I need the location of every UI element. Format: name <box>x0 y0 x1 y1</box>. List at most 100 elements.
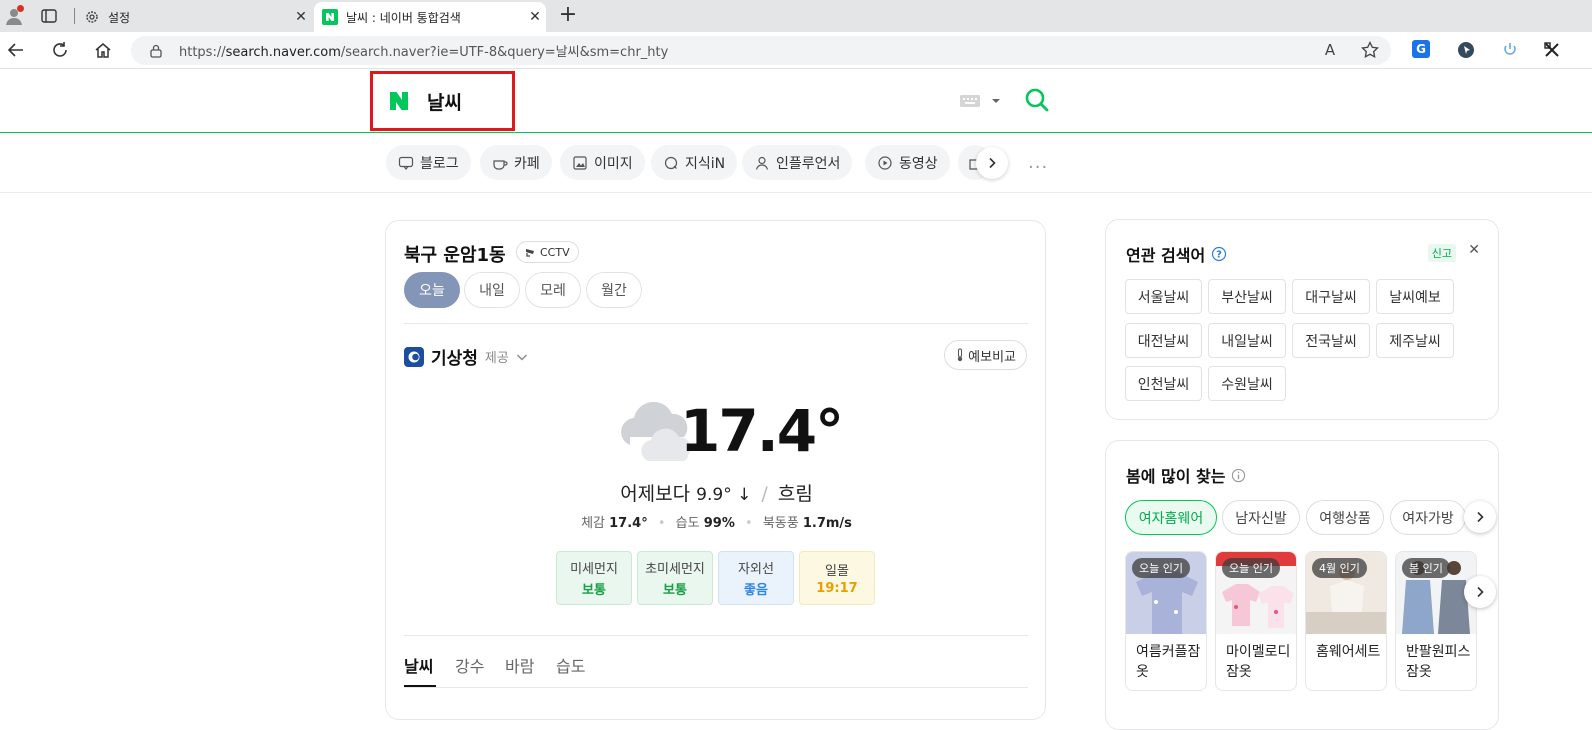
report-button[interactable]: 신고 <box>1427 244 1456 262</box>
forecast-compare-button[interactable]: 예보비교 <box>944 340 1027 370</box>
product-name: 홈웨어세트 <box>1316 644 1381 660</box>
kma-logo-icon <box>404 346 424 367</box>
weather-details: 체감 17.4° • 습도 99% • 북동풍 1.7m/s <box>581 516 852 531</box>
tab-humidity[interactable]: 습도 <box>556 653 585 677</box>
info-icon[interactable] <box>1231 468 1246 483</box>
help-icon[interactable]: ? <box>1211 246 1227 262</box>
tab-kin[interactable]: 지식iN <box>651 145 738 180</box>
tab-cafe[interactable]: 카페 <box>480 145 552 180</box>
keyword-item[interactable]: 날씨예보 <box>1376 279 1454 314</box>
url-text: https://search.naver.com/search.naver?ie… <box>179 45 669 60</box>
keyword-item[interactable]: 대전날씨 <box>1125 323 1202 358</box>
keyword-item[interactable]: 서울날씨 <box>1125 279 1202 314</box>
provider-selector[interactable]: 기상청 제공 <box>404 344 528 369</box>
power-extension-icon[interactable] <box>1500 40 1520 60</box>
keyword-item[interactable]: 부산날씨 <box>1208 279 1286 314</box>
product-name: 여름커플잠옷 <box>1136 644 1201 680</box>
tab-settings[interactable]: 설정 ✕ <box>76 2 312 32</box>
keyword-item[interactable]: 대구날씨 <box>1292 279 1370 314</box>
keyboard-icon[interactable] <box>960 93 1004 109</box>
tab-image[interactable]: 이미지 <box>560 145 645 180</box>
product-badge: 오늘 인기 <box>1132 558 1190 578</box>
tools-extension-icon[interactable] <box>1542 40 1562 60</box>
location-title: 북구 운암1동 <box>404 245 506 266</box>
browser-nav-bar: https://search.naver.com/search.naver?ie… <box>0 32 1592 69</box>
keyword-item[interactable]: 내일날씨 <box>1208 323 1286 358</box>
tab-divider <box>74 8 75 24</box>
product-card[interactable]: 오늘 인기 여름커플잠옷 <box>1125 551 1207 691</box>
product-card[interactable]: 봄 인기 반팔원피스잠옷 <box>1395 551 1477 691</box>
home-icon[interactable] <box>91 38 115 62</box>
tab-blog[interactable]: 블로그 <box>386 145 471 180</box>
close-icon[interactable]: ✕ <box>290 9 312 25</box>
kin-icon <box>664 156 678 169</box>
chevron-right-icon <box>1477 511 1484 523</box>
naver-logo-icon[interactable] <box>387 89 411 113</box>
keyword-item[interactable]: 전국날씨 <box>1292 323 1370 358</box>
image-icon <box>573 155 587 170</box>
related-title: 연관 검색어 ? <box>1126 242 1227 266</box>
air-item-ultra-fine-dust[interactable]: 초미세먼지 보통 <box>637 551 713 605</box>
search-box[interactable]: 날씨 <box>370 71 515 131</box>
filter-next-button[interactable] <box>1464 501 1496 533</box>
search-button[interactable] <box>1024 87 1050 113</box>
cursor-extension-icon[interactable] <box>1456 40 1476 60</box>
day-tab-tomorrow[interactable]: 내일 <box>464 272 520 308</box>
air-item-fine-dust[interactable]: 미세먼지 보통 <box>556 551 632 605</box>
translate-extension-icon[interactable]: G <box>1412 40 1430 58</box>
weather-card: 북구 운암1동 CCTV 오늘 내일 모레 월간 기상청 제공 예보비교 17.… <box>385 220 1046 720</box>
cctv-icon <box>526 249 534 257</box>
tab-naver-search[interactable]: 날씨 : 네이버 통합검색 ✕ <box>314 2 546 32</box>
product-name: 반팔원피스잠옷 <box>1406 644 1471 680</box>
tab-weather[interactable]: 날씨 <box>404 653 433 677</box>
tab-actions-icon[interactable] <box>40 7 58 25</box>
tab-influencer[interactable]: 인플루언서 <box>742 145 853 180</box>
product-next-button[interactable] <box>1464 576 1496 608</box>
back-arrow-icon[interactable] <box>4 38 28 62</box>
more-options-button[interactable]: ··· <box>1028 157 1048 178</box>
keyword-item[interactable]: 인천날씨 <box>1125 366 1202 401</box>
filter-chip[interactable]: 여자홈웨어 <box>1125 500 1217 535</box>
category-next-button[interactable] <box>976 147 1008 179</box>
divider <box>404 635 1028 636</box>
cctv-button[interactable]: CCTV <box>516 241 579 263</box>
weather-summary: 어제보다 9.9° ↓ / 흐림 <box>620 483 813 505</box>
favorite-star-icon[interactable] <box>1360 40 1380 60</box>
product-card[interactable]: 오늘 인기 마이멜로디잠옷 <box>1215 551 1297 691</box>
cafe-icon <box>493 159 508 170</box>
category-nav: 블로그 카페 이미지 지식iN 인플루언서 동영상 ··· <box>0 133 1592 193</box>
tab-wind[interactable]: 바람 <box>505 653 534 677</box>
browser-tab-bar: 설정 ✕ 날씨 : 네이버 통합검색 ✕ + <box>0 0 1592 32</box>
day-tab-today[interactable]: 오늘 <box>404 272 460 308</box>
tab-video[interactable]: 동영상 <box>865 145 950 180</box>
read-aloud-icon[interactable]: A <box>1320 40 1340 60</box>
product-badge: 4월 인기 <box>1312 558 1367 578</box>
naver-favicon-icon <box>322 9 338 25</box>
product-card[interactable]: 4월 인기 홈웨어세트 <box>1305 551 1387 691</box>
chevron-down-icon <box>516 354 527 360</box>
tab-precipitation[interactable]: 강수 <box>455 653 484 677</box>
profile-avatar-icon[interactable] <box>4 5 24 26</box>
refresh-icon[interactable] <box>48 38 72 62</box>
filter-chip[interactable]: 남자신발 <box>1222 500 1300 535</box>
filter-chip[interactable]: 여자가방 <box>1390 500 1466 535</box>
keyword-item[interactable]: 수원날씨 <box>1208 366 1286 401</box>
tab-title: 설정 <box>108 10 131 25</box>
product-badge: 봄 인기 <box>1402 558 1450 578</box>
lock-icon[interactable] <box>149 44 163 58</box>
product-badge: 오늘 인기 <box>1222 558 1280 578</box>
day-tab-after-tomorrow[interactable]: 모레 <box>525 272 581 308</box>
search-input[interactable]: 날씨 <box>427 88 462 115</box>
close-icon[interactable]: ✕ <box>1468 242 1480 258</box>
address-bar[interactable]: https://search.naver.com/search.naver?ie… <box>131 36 1391 65</box>
related-keywords-card: 연관 검색어 ? 신고 ✕ 서울날씨 부산날씨 대구날씨 날씨예보 대전날씨 내… <box>1105 219 1499 420</box>
new-tab-button[interactable]: + <box>556 4 580 28</box>
air-item-uv[interactable]: 자외선 좋음 <box>718 551 794 605</box>
keyword-item[interactable]: 제주날씨 <box>1376 323 1454 358</box>
air-item-sunset[interactable]: 일몰 19:17 <box>799 551 875 605</box>
filter-chip[interactable]: 여행상품 <box>1306 500 1384 535</box>
divider <box>404 323 1028 324</box>
svg-text:?: ? <box>1216 250 1222 261</box>
close-icon[interactable]: ✕ <box>524 9 546 25</box>
day-tab-monthly[interactable]: 월간 <box>586 272 642 308</box>
